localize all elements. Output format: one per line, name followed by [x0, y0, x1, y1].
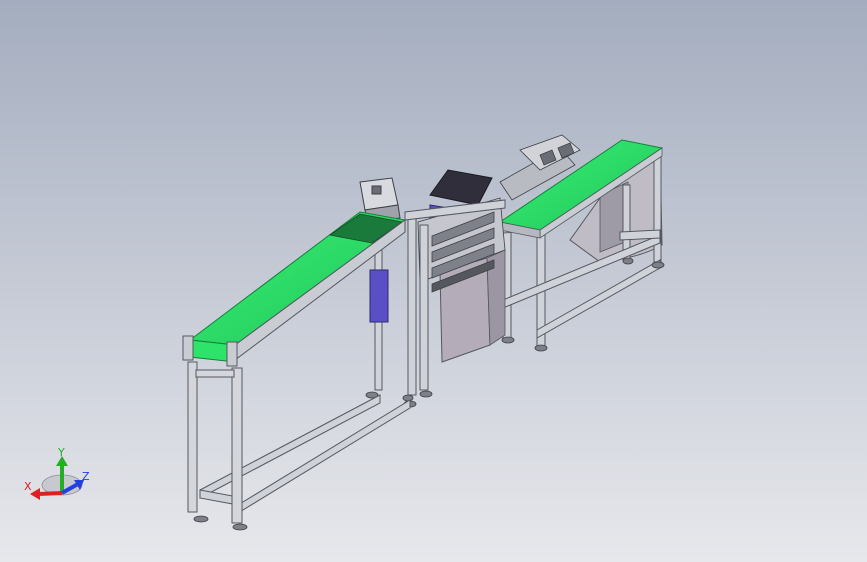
cad-viewport[interactable]: X Y Z [0, 0, 867, 562]
z-axis-label: Z [82, 470, 90, 483]
center-side-motor [369, 269, 389, 323]
x-axis-label: X [24, 480, 32, 493]
viewport-background [0, 0, 867, 562]
conveyor-assembly-model[interactable]: X Y Z [0, 0, 867, 562]
left-end-cap-left [182, 335, 194, 361]
y-axis-label: Y [57, 446, 65, 459]
left-end-cap-right [226, 341, 238, 367]
x-axis-arrow [37, 491, 63, 496]
